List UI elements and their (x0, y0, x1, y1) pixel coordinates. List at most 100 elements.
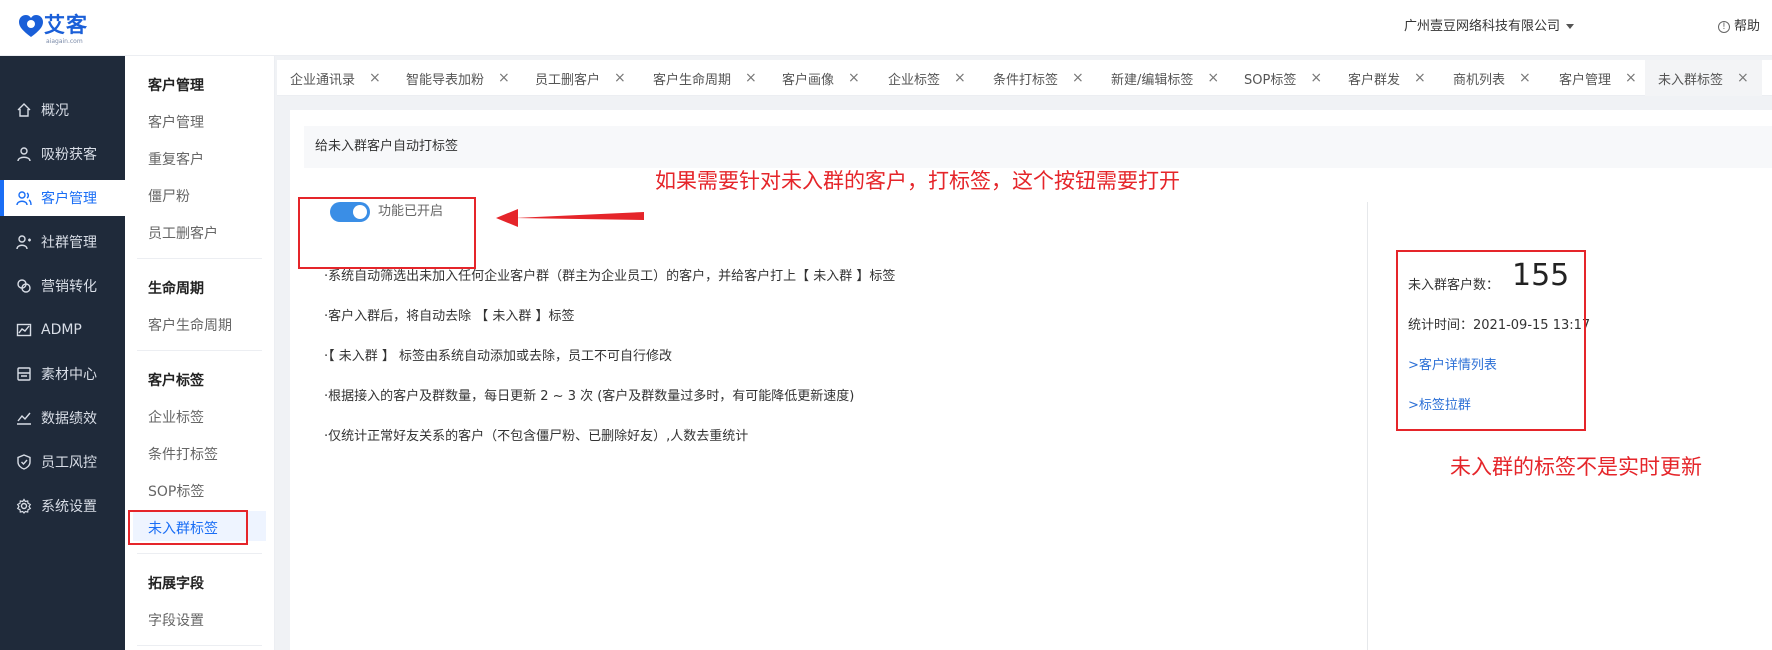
tab-label: 客户画像 (782, 72, 835, 88)
close-icon[interactable]: × (1737, 70, 1749, 86)
subnav-group-title: 客户管理 (148, 78, 204, 94)
subnav-item[interactable]: 重复客户 (148, 149, 204, 169)
tab-item[interactable]: 企业通讯录 × (290, 60, 381, 96)
brand-name: 艾客 (44, 13, 88, 37)
annotation-box-toggle (298, 197, 476, 269)
subnav-divider (137, 258, 262, 259)
nav-label: 数据绩效 (41, 411, 97, 427)
trend-icon (15, 409, 33, 427)
nav-item-admp[interactable]: ADMP (0, 312, 125, 348)
subnav-item[interactable]: 企业标签 (148, 407, 204, 427)
annotation-box-subnav (128, 510, 248, 545)
close-icon[interactable]: × (1625, 70, 1637, 86)
tab-item[interactable]: 新建/编辑标签 × (1111, 60, 1219, 96)
heart-logo-icon (19, 15, 43, 37)
close-icon[interactable]: × (614, 70, 626, 86)
home-icon (15, 101, 33, 119)
tab-item-active[interactable]: 未入群标签 × (1645, 60, 1762, 96)
subnav-item[interactable]: 员工删客户 (148, 223, 218, 243)
close-icon[interactable]: × (1414, 70, 1426, 86)
close-icon[interactable]: × (498, 70, 510, 86)
subnav-item[interactable]: 客户生命周期 (148, 315, 232, 335)
nav-item-marketing[interactable]: 营销转化 (0, 268, 125, 304)
nav-label: 素材中心 (41, 367, 97, 383)
nav-item-acquire[interactable]: 吸粉获客 (0, 136, 125, 172)
close-icon[interactable]: × (954, 70, 966, 86)
subnav-group-title: 客户标签 (148, 373, 204, 389)
tab-item[interactable]: 客户群发 × (1348, 60, 1426, 96)
tab-item[interactable]: 条件打标签 × (993, 60, 1084, 96)
material-icon (15, 365, 33, 383)
close-icon[interactable]: × (1310, 70, 1322, 86)
nav-item-settings[interactable]: 系统设置 (0, 488, 125, 524)
close-icon[interactable]: × (1519, 70, 1531, 86)
nav-label: 吸粉获客 (41, 147, 97, 163)
annotation-box-stats (1396, 250, 1586, 431)
info-icon: ! (1717, 21, 1730, 33)
nav-item-material[interactable]: 素材中心 (0, 356, 125, 392)
close-icon[interactable]: × (848, 70, 860, 86)
annotation-note-stats: 未入群的标签不是实时更新 (1450, 455, 1702, 479)
tab-item[interactable]: 客户画像 × (782, 60, 860, 96)
nav-label: 系统设置 (41, 499, 97, 515)
tab-label: 员工删客户 (535, 72, 601, 88)
nav-item-data[interactable]: 数据绩效 (0, 400, 125, 436)
tab-item[interactable]: 客户生命周期 × (653, 60, 757, 96)
subnav-divider (137, 350, 262, 351)
nav-item-community[interactable]: 社群管理 (0, 224, 125, 260)
subnav-item[interactable]: 字段设置 (148, 610, 204, 630)
company-selector[interactable]: 广州壹豆网络科技有限公司 (1404, 17, 1574, 37)
tab-item[interactable]: SOP标签 × (1244, 60, 1322, 96)
close-icon[interactable]: × (1072, 70, 1084, 86)
company-name: 广州壹豆网络科技有限公司 (1403, 19, 1560, 34)
tab-item[interactable]: 企业标签 × (888, 60, 966, 96)
nav-label: 社群管理 (41, 235, 97, 251)
chart-icon (15, 321, 33, 339)
help-label: 帮助 (1733, 19, 1760, 34)
tab-item[interactable]: 商机列表 × (1453, 60, 1531, 96)
brand-domain: aiagain.com (46, 38, 83, 45)
gear-icon (15, 497, 33, 515)
tab-label: 未入群标签 (1658, 72, 1724, 88)
subnav-item[interactable]: 客户管理 (148, 112, 204, 132)
tab-label: SOP标签 (1244, 72, 1297, 88)
tab-label: 客户管理 (1559, 72, 1612, 88)
marketing-icon (15, 277, 33, 295)
tab-label: 客户群发 (1348, 72, 1401, 88)
users-icon (15, 189, 33, 207)
tab-label: 商机列表 (1453, 72, 1506, 88)
sub-sidebar: 客户管理 客户管理 重复客户 僵尸粉 员工删客户 生命周期 客户生命周期 客户标… (125, 56, 275, 650)
close-icon[interactable]: × (1207, 70, 1219, 86)
tab-item[interactable]: 智能导表加粉 × (406, 60, 510, 96)
tab-label: 客户生命周期 (653, 72, 732, 88)
nav-item-overview[interactable]: 概况 (0, 92, 125, 128)
nav-label: 员工风控 (41, 455, 97, 471)
nav-item-risk[interactable]: 员工风控 (0, 444, 125, 480)
subnav-item[interactable]: SOP标签 (148, 481, 204, 501)
panel-divider (1367, 202, 1368, 650)
nav-label: 概况 (41, 103, 69, 119)
shield-icon (15, 453, 33, 471)
page-title: 给未入群客户自动打标签 (304, 126, 1772, 168)
close-icon[interactable]: × (745, 70, 757, 86)
rule-text: ·仅统计正常好友关系的客户（不包含僵尸粉、已删除好友）,人数去重统计 (324, 429, 749, 444)
nav-label: 营销转化 (41, 279, 97, 295)
subnav-item[interactable]: 僵尸粉 (148, 186, 190, 206)
close-icon[interactable]: × (369, 70, 381, 86)
rule-text: ·【 未入群 】 标签由系统自动添加或去除，员工不可自行修改 (324, 349, 673, 364)
group-icon (15, 233, 33, 251)
tab-item[interactable]: 客户管理 × (1559, 60, 1637, 96)
subnav-divider (137, 553, 262, 554)
annotation-arrow-icon (496, 209, 644, 227)
tab-label: 企业标签 (888, 72, 941, 88)
tab-label: 智能导表加粉 (406, 72, 485, 88)
nav-item-customer[interactable]: 客户管理 (0, 180, 125, 216)
brand-logo[interactable]: 艾客 aiagain.com (18, 12, 98, 45)
nav-label: ADMP (41, 322, 82, 338)
help-button[interactable]: ! 帮助 (1717, 17, 1760, 37)
tab-item[interactable]: 员工删客户 × (535, 60, 626, 96)
nav-label: 客户管理 (41, 191, 97, 207)
subnav-item[interactable]: 条件打标签 (148, 444, 218, 464)
tab-label: 企业通讯录 (290, 72, 356, 88)
rule-text: ·根据接入的客户及群数量，每日更新 2 ~ 3 次 (客户及群数量过多时，有可能… (324, 389, 855, 404)
